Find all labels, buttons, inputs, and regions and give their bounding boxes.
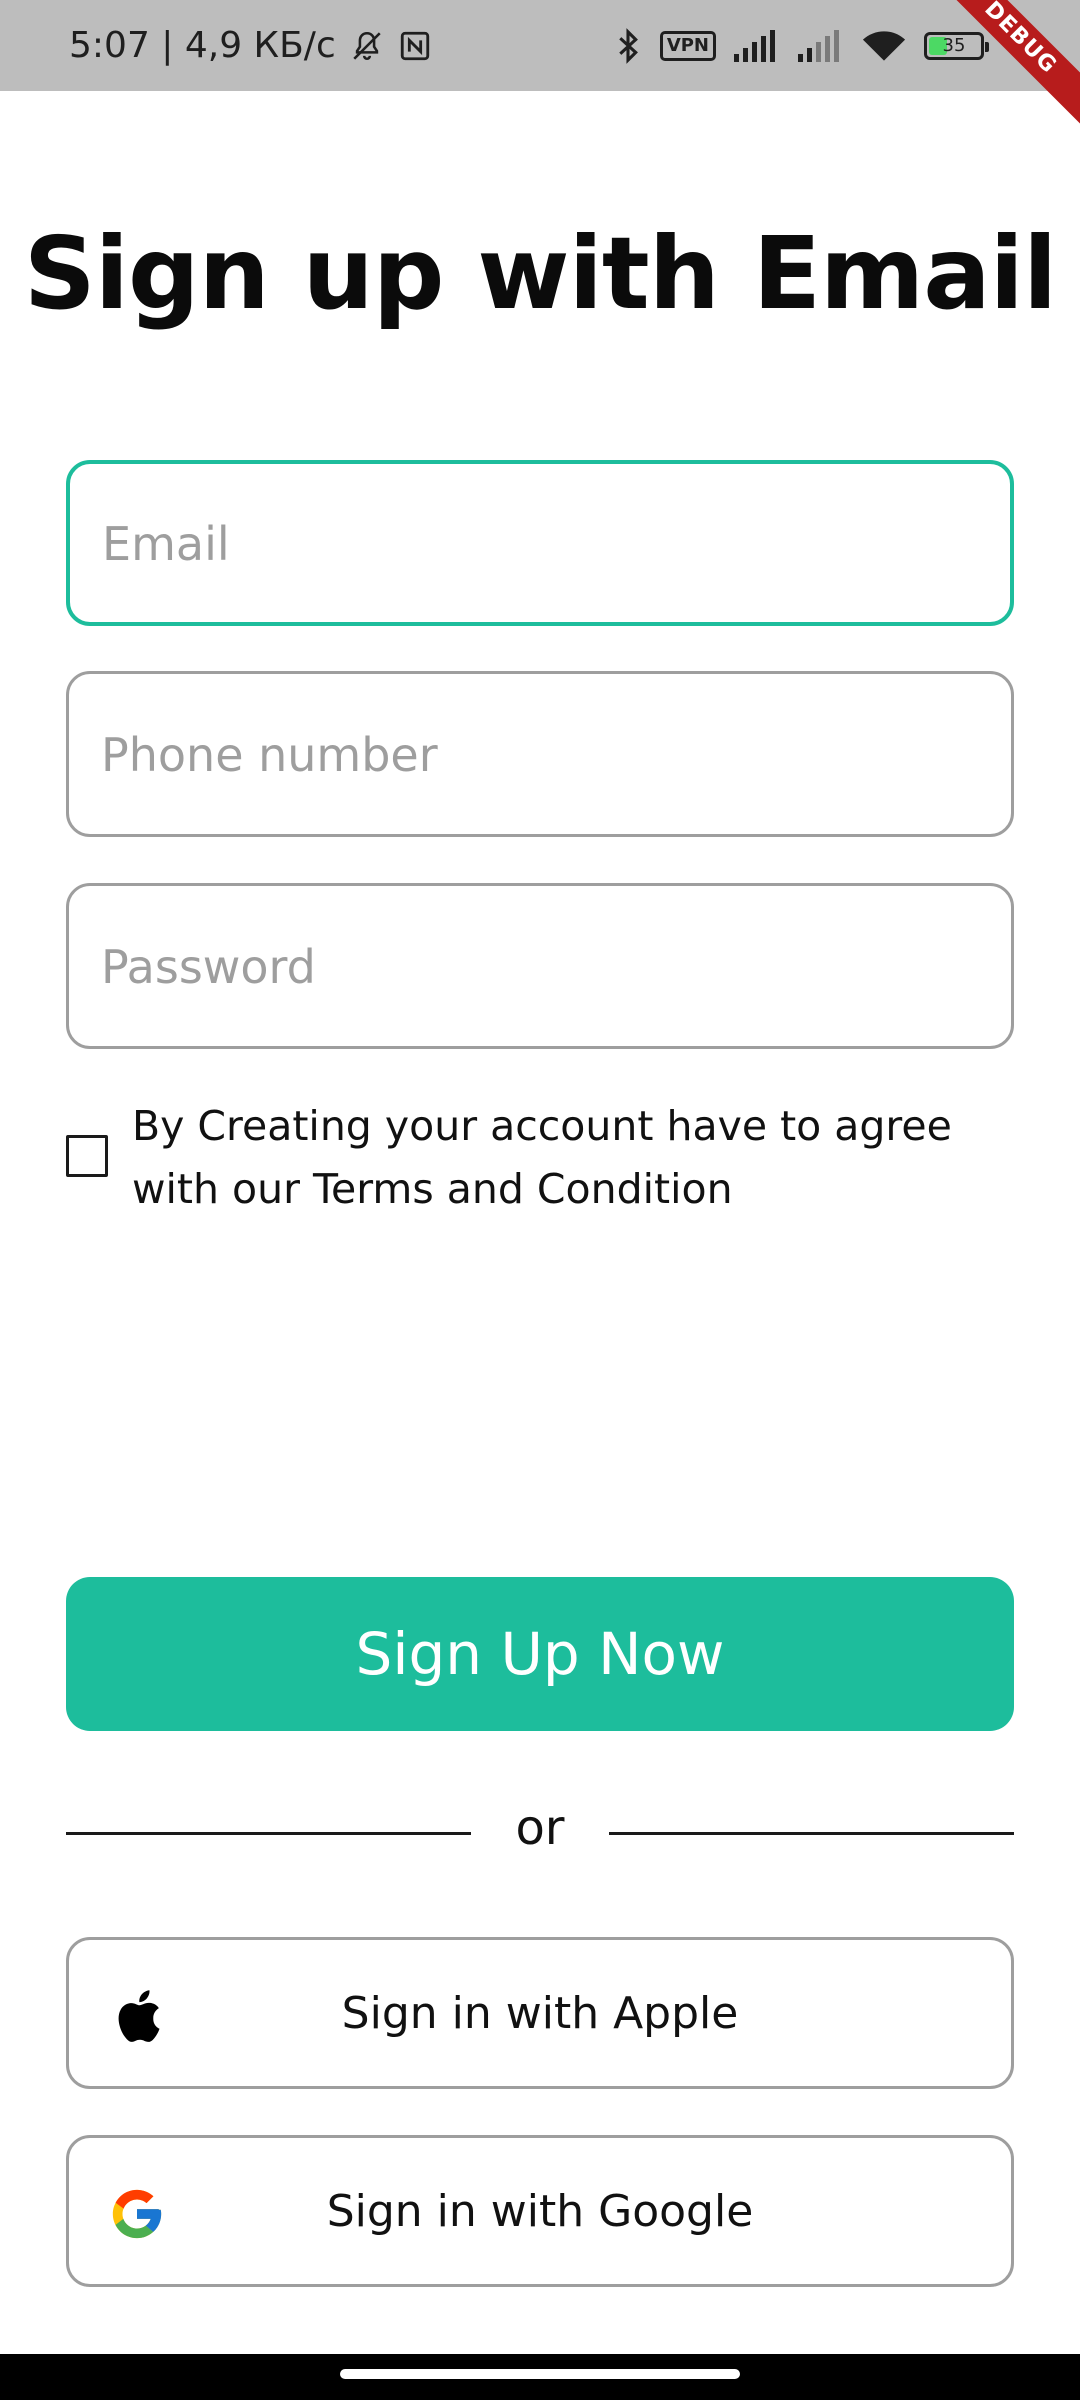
signal-icon xyxy=(734,29,780,62)
google-sign-in-label: Sign in with Google xyxy=(326,2185,754,2237)
wifi-icon xyxy=(862,29,906,63)
bell-off-icon xyxy=(350,29,384,63)
divider-line-left xyxy=(66,1832,471,1835)
divider-line-right xyxy=(609,1832,1014,1835)
terms-text: By Creating your account have to agree w… xyxy=(132,1102,952,1213)
phone-field[interactable] xyxy=(66,671,1014,837)
status-bar: 5:07 | 4,9 КБ/с VPN 35 DEBUG xyxy=(0,0,1080,143)
password-field[interactable] xyxy=(66,883,1014,1049)
battery-level: 35 xyxy=(942,35,966,56)
apple-sign-in-button[interactable]: Sign in with Apple xyxy=(66,1937,1014,2089)
signal-icon-2 xyxy=(798,29,844,62)
status-time-speed: 5:07 | 4,9 КБ/с xyxy=(69,25,336,66)
navigation-bar xyxy=(0,2354,1080,2400)
divider-or: or xyxy=(515,1800,565,1856)
status-right: VPN 35 xyxy=(614,0,989,91)
sign-up-screen: 5:07 | 4,9 КБ/с VPN 35 DEBUG Sign up wit… xyxy=(0,0,1080,2400)
battery-icon: 35 xyxy=(924,31,989,60)
page-title: Sign up with Email xyxy=(23,215,1058,332)
password-input[interactable] xyxy=(99,886,983,1048)
google-sign-in-button[interactable]: Sign in with Google xyxy=(66,2135,1014,2287)
terms-checkbox[interactable] xyxy=(66,1135,108,1177)
sign-up-button[interactable]: Sign Up Now xyxy=(66,1577,1014,1731)
email-field[interactable] xyxy=(66,460,1014,626)
apple-sign-in-label: Sign in with Apple xyxy=(341,1987,739,2039)
phone-input[interactable] xyxy=(99,674,983,836)
nfc-icon xyxy=(398,29,432,63)
email-input[interactable] xyxy=(100,464,984,624)
bluetooth-icon xyxy=(614,27,642,64)
home-indicator[interactable] xyxy=(340,2369,740,2379)
vpn-icon: VPN xyxy=(659,30,716,61)
status-left: 5:07 | 4,9 КБ/с xyxy=(69,0,432,91)
